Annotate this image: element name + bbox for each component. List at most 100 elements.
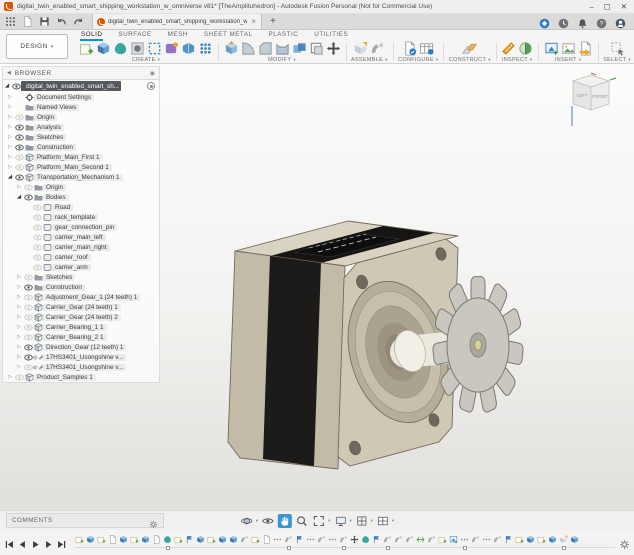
- go-to-end-button[interactable]: [56, 537, 67, 548]
- group-label-insert[interactable]: INSERT▾: [555, 56, 581, 63]
- timeline-group-marker[interactable]: [562, 546, 566, 550]
- expand-arrow-icon[interactable]: ◢: [3, 83, 11, 89]
- step-back-button[interactable]: [17, 537, 28, 548]
- browser-tree-item[interactable]: ▷Sketches: [3, 272, 159, 282]
- expand-arrow-icon[interactable]: ▷: [6, 164, 14, 170]
- browser-tree-item[interactable]: ▷Direction_Gear (12 teeth) 1: [3, 342, 159, 352]
- visibility-eye-icon[interactable]: [11, 83, 21, 90]
- redo-icon[interactable]: [73, 16, 84, 27]
- expand-arrow-icon[interactable]: ▷: [15, 274, 23, 280]
- timeline-feature-motion-icon[interactable]: [306, 534, 315, 545]
- comments-gear-icon[interactable]: [149, 516, 158, 525]
- timeline-track[interactable]: [75, 533, 615, 553]
- visibility-eye-icon[interactable]: [23, 354, 33, 361]
- browser-tree-item[interactable]: carrier_main_left: [3, 232, 159, 242]
- insert-mesh-icon[interactable]: [578, 41, 593, 56]
- timeline-feature-flag-icon[interactable]: [372, 534, 381, 545]
- browser-tree-item[interactable]: ▷17HS3401_Usongshine v...: [3, 362, 159, 372]
- visibility-eye-icon[interactable]: [23, 314, 33, 321]
- expand-arrow-icon[interactable]: ◢: [15, 194, 23, 200]
- browser-tree-item[interactable]: Road: [3, 202, 159, 212]
- fillet-icon[interactable]: [241, 41, 256, 56]
- move-icon[interactable]: [326, 41, 341, 56]
- timeline-feature-joint-icon[interactable]: [383, 534, 392, 545]
- browser-tree-item[interactable]: ▷Carrier_Bearing_2 1: [3, 332, 159, 342]
- tab-utilities[interactable]: UTILITIES: [313, 31, 349, 41]
- play-button[interactable]: [30, 537, 41, 548]
- group-label-inspect[interactable]: INSPECT▾: [502, 56, 533, 63]
- timeline-feature-sketch-icon[interactable]: [97, 534, 106, 545]
- timeline-feature-extrude-icon[interactable]: [196, 534, 205, 545]
- form-icon[interactable]: [164, 41, 179, 56]
- timeline-feature-joint-icon[interactable]: [339, 534, 348, 545]
- tab-sheet-metal[interactable]: SHEET METAL: [203, 31, 254, 41]
- timeline-feature-extrude-icon[interactable]: [218, 534, 227, 545]
- visibility-eye-icon[interactable]: [23, 284, 33, 291]
- timeline-group-marker[interactable]: [463, 546, 467, 550]
- browser-tree-item[interactable]: ▷Platform_Main_Second 1: [3, 162, 159, 172]
- visibility-eye-icon[interactable]: [23, 334, 33, 341]
- timeline-feature-document-icon[interactable]: [152, 534, 161, 545]
- expand-arrow-icon[interactable]: ▷: [6, 154, 14, 160]
- expand-arrow-icon[interactable]: ▷: [15, 184, 23, 190]
- timeline-feature-extrude-icon[interactable]: [548, 534, 557, 545]
- timeline-settings-gear-icon[interactable]: [619, 537, 630, 548]
- expand-arrow-icon[interactable]: ▷: [15, 354, 23, 360]
- timeline-feature-joint-icon[interactable]: [394, 534, 403, 545]
- visibility-eye-icon[interactable]: [32, 244, 42, 251]
- expand-arrow-icon[interactable]: ▷: [15, 334, 23, 340]
- timeline-feature-extrude-icon[interactable]: [229, 534, 238, 545]
- select-icon[interactable]: [610, 41, 625, 56]
- timeline-feature-sketch-icon[interactable]: [75, 534, 84, 545]
- visibility-eye-icon[interactable]: [14, 154, 24, 161]
- chevron-down-icon[interactable]: ▾: [371, 518, 373, 524]
- browser-tree-item[interactable]: carrier_arm: [3, 262, 159, 272]
- timeline-feature-sketch-icon[interactable]: [537, 534, 546, 545]
- new-component-icon[interactable]: [353, 41, 368, 56]
- timeline-feature-sketch-icon[interactable]: [438, 534, 447, 545]
- visibility-eye-icon[interactable]: [23, 294, 33, 301]
- browser-tree-item[interactable]: ▷Construction: [3, 282, 159, 292]
- extensions-icon[interactable]: [539, 16, 550, 27]
- browser-tree-item[interactable]: ▷Origin: [3, 182, 159, 192]
- revolve-icon[interactable]: [113, 41, 128, 56]
- expand-arrow-icon[interactable]: ▷: [15, 324, 23, 330]
- timeline-feature-joint-icon[interactable]: [427, 534, 436, 545]
- expand-arrow-icon[interactable]: ▷: [15, 344, 23, 350]
- visibility-eye-icon[interactable]: [32, 264, 42, 271]
- close-button[interactable]: ✕: [621, 2, 627, 11]
- chevron-down-icon[interactable]: ▾: [392, 518, 394, 524]
- insert-canvas-icon[interactable]: [544, 41, 559, 56]
- go-to-beginning-button[interactable]: [4, 537, 15, 548]
- activate-component-radio[interactable]: [147, 82, 155, 90]
- timeline-feature-extrude-icon[interactable]: [86, 534, 95, 545]
- timeline-feature-joint-icon[interactable]: [240, 534, 249, 545]
- browser-tree-item[interactable]: ◢Transportation_Mechanism 1: [3, 172, 159, 182]
- visibility-eye-icon[interactable]: [32, 204, 42, 211]
- timeline-group-marker[interactable]: [342, 546, 346, 550]
- visibility-eye-icon[interactable]: [14, 374, 24, 381]
- timeline-group-marker[interactable]: [166, 546, 170, 550]
- configuration-table-icon[interactable]: [419, 41, 434, 56]
- chevron-down-icon[interactable]: ▾: [349, 518, 351, 524]
- construction-plane-icon[interactable]: [462, 41, 477, 56]
- visibility-eye-icon[interactable]: [14, 144, 24, 151]
- maximize-button[interactable]: ▢: [604, 2, 611, 11]
- timeline-feature-document-icon[interactable]: [262, 534, 271, 545]
- close-tab-icon[interactable]: ×: [250, 17, 257, 26]
- timeline-feature-revolve-icon[interactable]: [163, 534, 172, 545]
- timeline-feature-flag-icon[interactable]: [295, 534, 304, 545]
- group-label-configure[interactable]: CONFIGURE▾: [398, 56, 438, 63]
- create-sketch-icon[interactable]: [79, 41, 94, 56]
- browser-root-item[interactable]: ◢ digital_twin_enabled_smart_sh...: [3, 80, 159, 92]
- timeline-feature-extrude-icon[interactable]: [141, 534, 150, 545]
- timeline-feature-extrude-icon[interactable]: [570, 534, 579, 545]
- joint-icon[interactable]: [370, 41, 385, 56]
- tab-surface[interactable]: SURFACE: [117, 31, 152, 41]
- browser-tree-item[interactable]: ▷Product_Samples 1: [3, 372, 159, 382]
- expand-arrow-icon[interactable]: ▷: [15, 304, 23, 310]
- browser-tree-item[interactable]: rack_template: [3, 212, 159, 222]
- timeline-feature-motion-icon[interactable]: [273, 534, 282, 545]
- visibility-eye-icon[interactable]: [23, 364, 33, 371]
- configuration-icon[interactable]: [402, 41, 417, 56]
